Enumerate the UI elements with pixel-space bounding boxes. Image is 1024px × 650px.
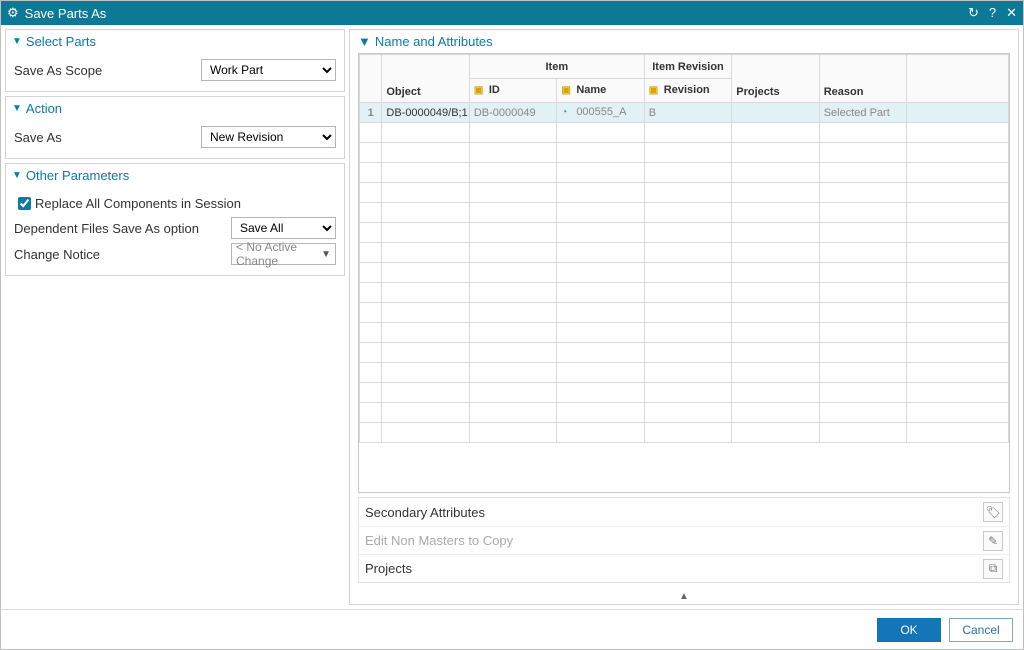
name-cell-icon: ◔ xyxy=(561,107,573,119)
table-row[interactable]: 1 DB-0000049/B;1 DB-0000049 ◔000555_A B … xyxy=(360,103,1009,123)
col-group-item-revision[interactable]: Item Revision xyxy=(644,55,731,79)
change-notice-value: < No Active Change xyxy=(236,240,321,268)
cell-revision[interactable]: B xyxy=(644,103,731,123)
secondary-attributes-row[interactable]: Secondary Attributes 🏷 xyxy=(359,498,1009,526)
col-group-item[interactable]: Item xyxy=(469,55,644,79)
section-select-parts: ▼ Select Parts Save As Scope Work Part xyxy=(5,29,345,92)
gear-icon: ⚙ xyxy=(7,5,19,21)
refresh-icon[interactable]: ↻ xyxy=(968,5,979,21)
ok-button[interactable]: OK xyxy=(877,618,941,642)
replace-all-checkbox[interactable] xyxy=(18,197,31,210)
section-header-name-attributes[interactable]: ▼ Name and Attributes xyxy=(350,30,1018,53)
dependent-files-label: Dependent Files Save As option xyxy=(14,221,231,236)
grid-body: 1 DB-0000049/B;1 DB-0000049 ◔000555_A B … xyxy=(360,103,1009,443)
window-title: Save Parts As xyxy=(25,6,968,21)
secondary-attributes-label: Secondary Attributes xyxy=(365,505,485,520)
caret-down-icon: ▼ xyxy=(12,36,22,47)
col-header-projects[interactable]: Projects xyxy=(732,55,819,103)
cell-name[interactable]: ◔000555_A xyxy=(557,103,644,123)
attributes-table: Object Item Item Revision Projects Reaso… xyxy=(359,54,1009,443)
change-notice-select[interactable]: < No Active Change ▼ xyxy=(231,243,336,265)
cancel-button[interactable]: Cancel xyxy=(949,618,1013,642)
projects-icon[interactable]: ⧉ xyxy=(983,559,1003,579)
replace-all-label: Replace All Components in Session xyxy=(35,196,241,211)
resize-handle-icon[interactable]: ▲ xyxy=(350,591,1018,604)
projects-row[interactable]: Projects ⧉ xyxy=(359,554,1009,582)
cell-id[interactable]: DB-0000049 xyxy=(469,103,556,123)
caret-down-icon: ▼ xyxy=(12,103,22,114)
edit-non-masters-row: Edit Non Masters to Copy ✎ xyxy=(359,526,1009,554)
chevron-down-icon: ▼ xyxy=(321,249,331,260)
cell-extra xyxy=(907,103,1009,123)
secondary-panel: Secondary Attributes 🏷 Edit Non Masters … xyxy=(358,497,1010,583)
section-other-parameters: ▼ Other Parameters Replace All Component… xyxy=(5,163,345,276)
section-header-other[interactable]: ▼ Other Parameters xyxy=(6,164,344,187)
id-icon: ▣ xyxy=(474,85,486,97)
tag-icon[interactable]: 🏷 xyxy=(983,502,1003,522)
col-header-name[interactable]: ▣Name xyxy=(557,79,644,103)
col-header-rownum xyxy=(360,55,382,103)
cell-projects[interactable] xyxy=(732,103,819,123)
edit-non-masters-label: Edit Non Masters to Copy xyxy=(365,533,513,548)
close-icon[interactable]: ✕ xyxy=(1006,5,1017,21)
cell-object[interactable]: DB-0000049/B;1 xyxy=(382,103,469,123)
save-as-scope-label: Save As Scope xyxy=(14,63,201,78)
section-title: Name and Attributes xyxy=(375,34,493,49)
col-header-extra xyxy=(907,55,1009,103)
projects-label: Projects xyxy=(365,561,412,576)
section-title: Action xyxy=(26,101,62,116)
col-header-object[interactable]: Object xyxy=(382,55,469,103)
left-column: ▼ Select Parts Save As Scope Work Part ▼… xyxy=(5,29,345,605)
titlebar: ⚙ Save Parts As ↻ ? ✕ xyxy=(1,1,1023,25)
save-as-scope-select[interactable]: Work Part xyxy=(201,59,336,81)
caret-down-icon: ▼ xyxy=(358,34,371,49)
section-action: ▼ Action Save As New Revision xyxy=(5,96,345,159)
col-header-reason[interactable]: Reason xyxy=(819,55,906,103)
name-icon: ▣ xyxy=(561,85,573,97)
cell-reason[interactable]: Selected Part xyxy=(819,103,906,123)
change-notice-label: Change Notice xyxy=(14,247,231,262)
save-as-select[interactable]: New Revision xyxy=(201,126,336,148)
row-number: 1 xyxy=(360,103,382,123)
save-as-label: Save As xyxy=(14,130,201,145)
attributes-grid: Object Item Item Revision Projects Reaso… xyxy=(358,53,1010,493)
col-header-id[interactable]: ▣ID xyxy=(469,79,556,103)
main-area: ▼ Select Parts Save As Scope Work Part ▼… xyxy=(1,25,1023,609)
dialog-footer: OK Cancel xyxy=(1,609,1023,649)
caret-down-icon: ▼ xyxy=(12,170,22,181)
pencil-icon: ✎ xyxy=(983,531,1003,551)
section-header-action[interactable]: ▼ Action xyxy=(6,97,344,120)
col-header-revision[interactable]: ▣Revision xyxy=(644,79,731,103)
section-title: Select Parts xyxy=(26,34,96,49)
help-icon[interactable]: ? xyxy=(989,5,996,21)
section-title: Other Parameters xyxy=(26,168,129,183)
right-column: ▼ Name and Attributes Object Item Item R… xyxy=(349,29,1019,605)
dependent-files-select[interactable]: Save All xyxy=(231,217,336,239)
section-header-select-parts[interactable]: ▼ Select Parts xyxy=(6,30,344,53)
revision-icon: ▣ xyxy=(649,85,661,97)
